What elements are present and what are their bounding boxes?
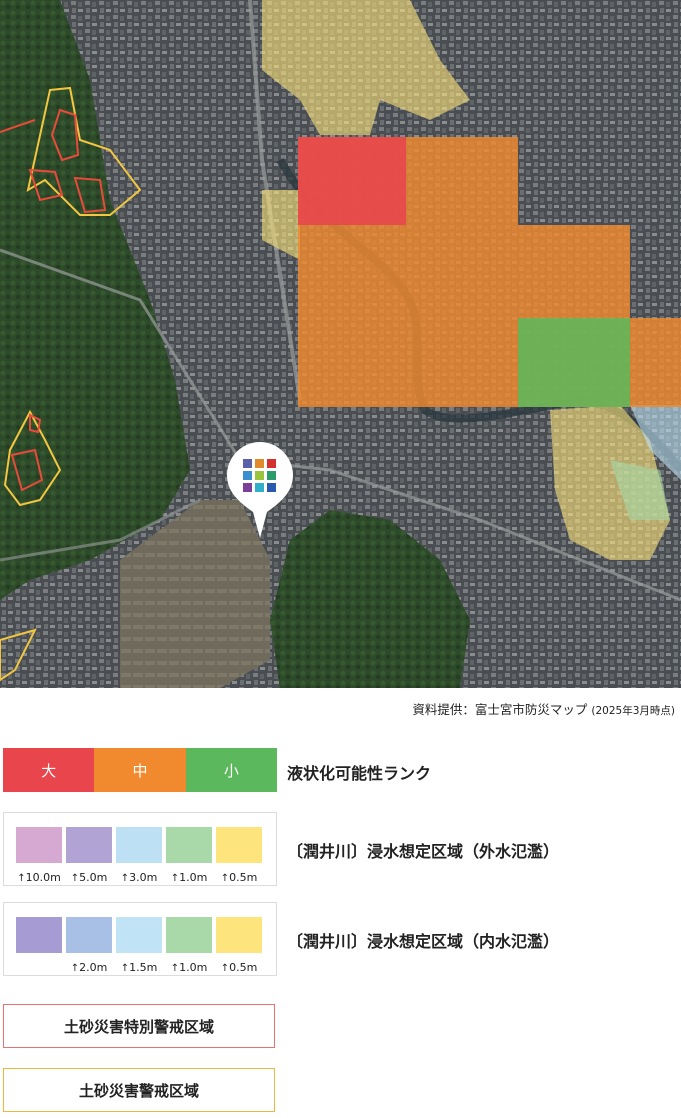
up-arrow-icon: ↑ (70, 873, 80, 884)
liquefaction-low-zone (518, 318, 630, 407)
depth-swatch (116, 827, 162, 863)
depth-label: ↑3.0m (120, 871, 158, 884)
depth-swatch (166, 917, 212, 953)
depth-label: ↑0.5m (220, 871, 258, 884)
up-arrow-icon: ↑ (170, 963, 180, 974)
depth-swatch (66, 827, 112, 863)
sediment-warning-legend: 土砂災害警戒区域 (3, 1068, 275, 1112)
liquefaction-legend-title: 液状化可能性ランク (287, 764, 432, 783)
source-credit-text: 資料提供：富士宮市防災マップ (412, 702, 588, 717)
depth-swatch (166, 827, 212, 863)
depth-label: ↑0.5m (220, 961, 258, 974)
depth-label: ↑1.0m (170, 871, 208, 884)
depth-label: ↑1.5m (120, 961, 158, 974)
depth-label: ↑10.0m (17, 871, 61, 884)
up-arrow-icon: ↑ (170, 873, 180, 884)
up-arrow-icon: ↑ (220, 873, 230, 884)
source-date: (2025年3月時点) (591, 705, 675, 717)
liquefaction-level-medium: 中 (94, 748, 186, 792)
depth-swatch (16, 917, 62, 953)
depth-label: ↑1.0m (170, 961, 208, 974)
sediment-special-legend: 土砂災害特別警戒区域 (3, 1004, 275, 1048)
up-arrow-icon: ↑ (17, 873, 26, 884)
depth-swatch (66, 917, 112, 953)
hazard-map[interactable] (0, 0, 681, 688)
aerial-photo (0, 0, 681, 688)
internal-flood-legend: ↑2.0m ↑1.5m ↑1.0m ↑0.5m (3, 902, 277, 976)
depth-label: ↑2.0m (70, 961, 108, 974)
depth-swatch (216, 827, 262, 863)
internal-flood-legend-title: 〔潤井川〕浸水想定区域（内水氾濫） (287, 932, 560, 951)
liquefaction-high-zone (298, 137, 406, 225)
external-flood-legend-title: 〔潤井川〕浸水想定区域（外水氾濫） (287, 842, 560, 861)
liquefaction-legend-bar: 大 中 小 (3, 748, 277, 792)
up-arrow-icon: ↑ (220, 963, 230, 974)
external-flood-legend: ↑10.0m ↑5.0m ↑3.0m ↑1.0m ↑0.5m (3, 812, 277, 886)
liquefaction-level-high: 大 (3, 748, 95, 792)
location-marker[interactable] (225, 440, 295, 540)
up-arrow-icon: ↑ (120, 963, 130, 974)
depth-swatch (116, 917, 162, 953)
liquefaction-level-low: 小 (185, 748, 277, 792)
depth-label (16, 961, 62, 974)
up-arrow-icon: ↑ (70, 963, 80, 974)
depth-swatch (16, 827, 62, 863)
tile-grid-pin-icon (227, 442, 293, 538)
depth-swatch (216, 917, 262, 953)
depth-label: ↑5.0m (70, 871, 108, 884)
up-arrow-icon: ↑ (120, 873, 130, 884)
source-credit: 資料提供：富士宮市防災マップ (2025年3月時点) (412, 699, 675, 718)
